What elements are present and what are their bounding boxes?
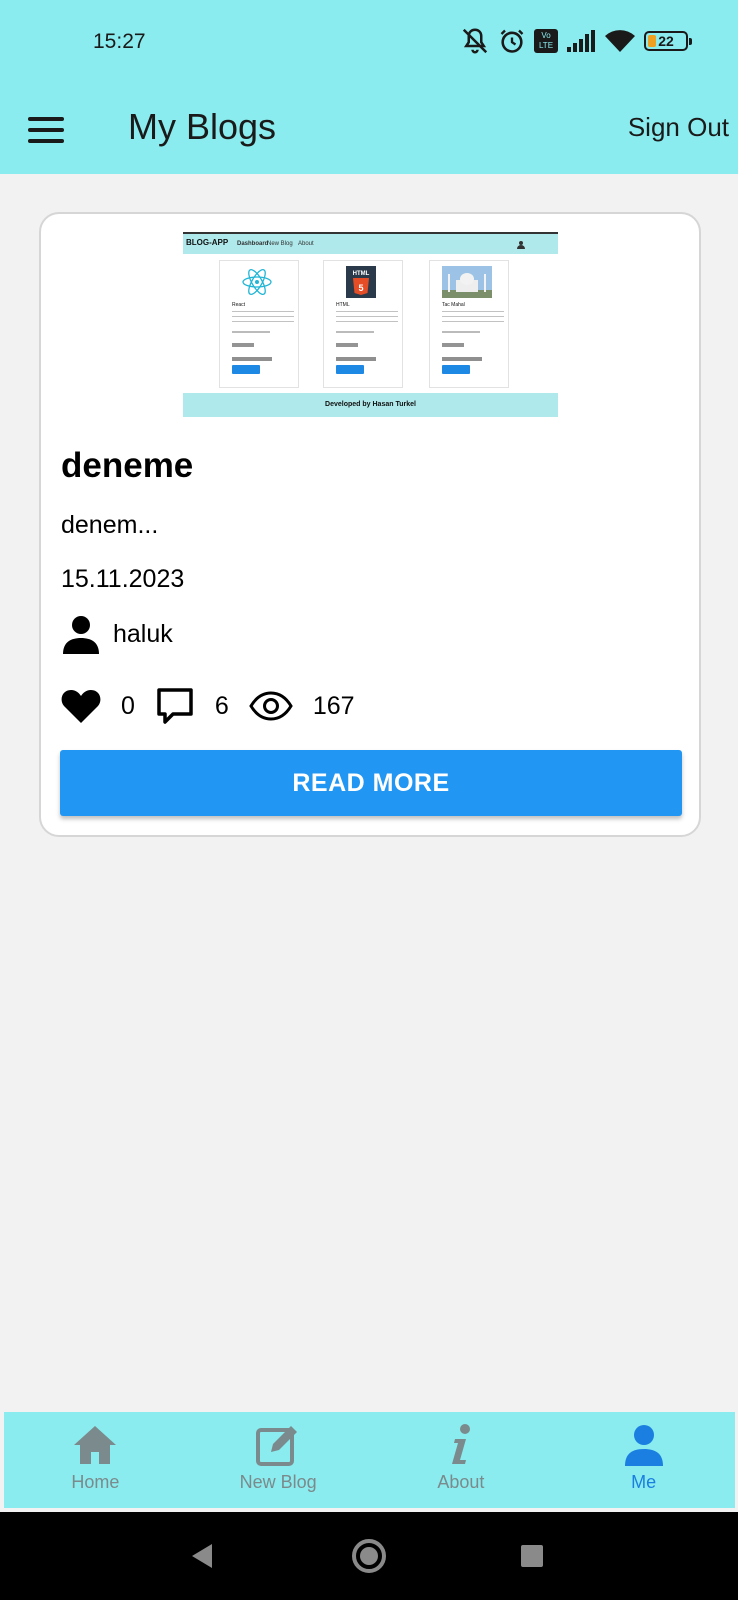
nav-new-blog-label: New Blog (239, 1472, 317, 1492)
status-time: 15:27 (93, 30, 146, 53)
thumbnail-footer: Developed by Hasan Turkel (183, 393, 558, 417)
app-bar: My Blogs Sign Out (0, 88, 738, 174)
bottom-nav: Home New Blog About Me (4, 1412, 735, 1508)
blog-thumbnail: BLOG-APP Dashboard New Blog About React … (183, 232, 558, 420)
wifi-icon (605, 30, 635, 52)
status-icons: Vo LTE 22 (460, 26, 692, 56)
thumbnail-card-title: HTML (336, 302, 350, 308)
home-icon (74, 1426, 117, 1464)
thumbnail-read-more (232, 365, 260, 374)
thumbnail-card: Tac Mahal (429, 260, 509, 388)
nav-about-label: About (437, 1472, 485, 1492)
system-nav-bar (0, 1512, 738, 1600)
nav-new-blog[interactable]: New Blog (187, 1412, 370, 1508)
likes-count: 0 (121, 691, 135, 720)
svg-text:HTML: HTML (353, 271, 370, 277)
thumbnail-brand: BLOG-APP (186, 238, 229, 247)
alarm-icon (500, 29, 524, 53)
thumbnail-read-more (336, 365, 364, 374)
blog-card: BLOG-APP Dashboard New Blog About React … (39, 212, 701, 837)
battery-icon: 22 (644, 31, 692, 51)
person-icon (624, 1425, 663, 1466)
author-name: haluk (113, 619, 173, 648)
back-icon[interactable] (190, 1543, 214, 1569)
html5-logo-icon: HTML 5 (346, 266, 376, 298)
nav-me-label: Me (631, 1472, 657, 1492)
sign-out-button[interactable]: Sign Out (628, 106, 729, 148)
thumbnail-read-more (442, 365, 470, 374)
battery-level: 22 (658, 33, 674, 49)
person-icon (63, 616, 99, 654)
home-circle-icon[interactable] (352, 1539, 386, 1573)
volte-icon: Vo LTE (534, 29, 558, 53)
nav-home-label: Home (71, 1472, 120, 1492)
mute-bell-icon (462, 28, 488, 54)
svg-text:5: 5 (358, 283, 363, 293)
nav-about[interactable]: About (370, 1412, 553, 1508)
edit-icon (256, 1426, 298, 1466)
blog-title: deneme (61, 446, 194, 485)
heart-icon[interactable] (61, 688, 101, 724)
nav-home[interactable]: Home (4, 1412, 187, 1508)
page-title: My Blogs (128, 106, 277, 147)
views-count: 167 (312, 691, 355, 720)
author-row: haluk (61, 612, 173, 656)
eye-icon (249, 691, 293, 721)
thumbnail-card-title: Tac Mahal (442, 302, 465, 308)
nav-me[interactable]: Me (552, 1412, 735, 1508)
hamburger-menu-icon[interactable] (28, 110, 68, 150)
blog-date: 15.11.2023 (61, 565, 185, 593)
blog-excerpt: denem... (61, 511, 159, 539)
read-more-button[interactable]: READ MORE (60, 750, 682, 816)
taj-mahal-photo (442, 266, 492, 298)
blog-stats: 0 6 167 (61, 684, 375, 728)
thumbnail-nav-link: New Blog (267, 241, 293, 247)
status-bar: 15:27 Vo LTE 22 (0, 0, 738, 88)
thumbnail-navbar: BLOG-APP Dashboard New Blog About (183, 232, 558, 254)
signal-icon (567, 30, 595, 52)
thumbnail-card: React (219, 260, 299, 388)
thumbnail-card: HTML 5 HTML (323, 260, 403, 388)
thumbnail-nav-link: About (298, 241, 314, 247)
thumbnail-user-icon (517, 241, 525, 249)
comments-count: 6 (214, 691, 229, 720)
thumbnail-nav-link: Dashboard (237, 241, 269, 247)
info-icon (451, 1424, 470, 1464)
thumbnail-card-title: React (232, 302, 246, 308)
comment-icon[interactable] (155, 686, 195, 726)
react-logo-icon (242, 268, 272, 296)
recent-apps-icon[interactable] (521, 1545, 543, 1567)
